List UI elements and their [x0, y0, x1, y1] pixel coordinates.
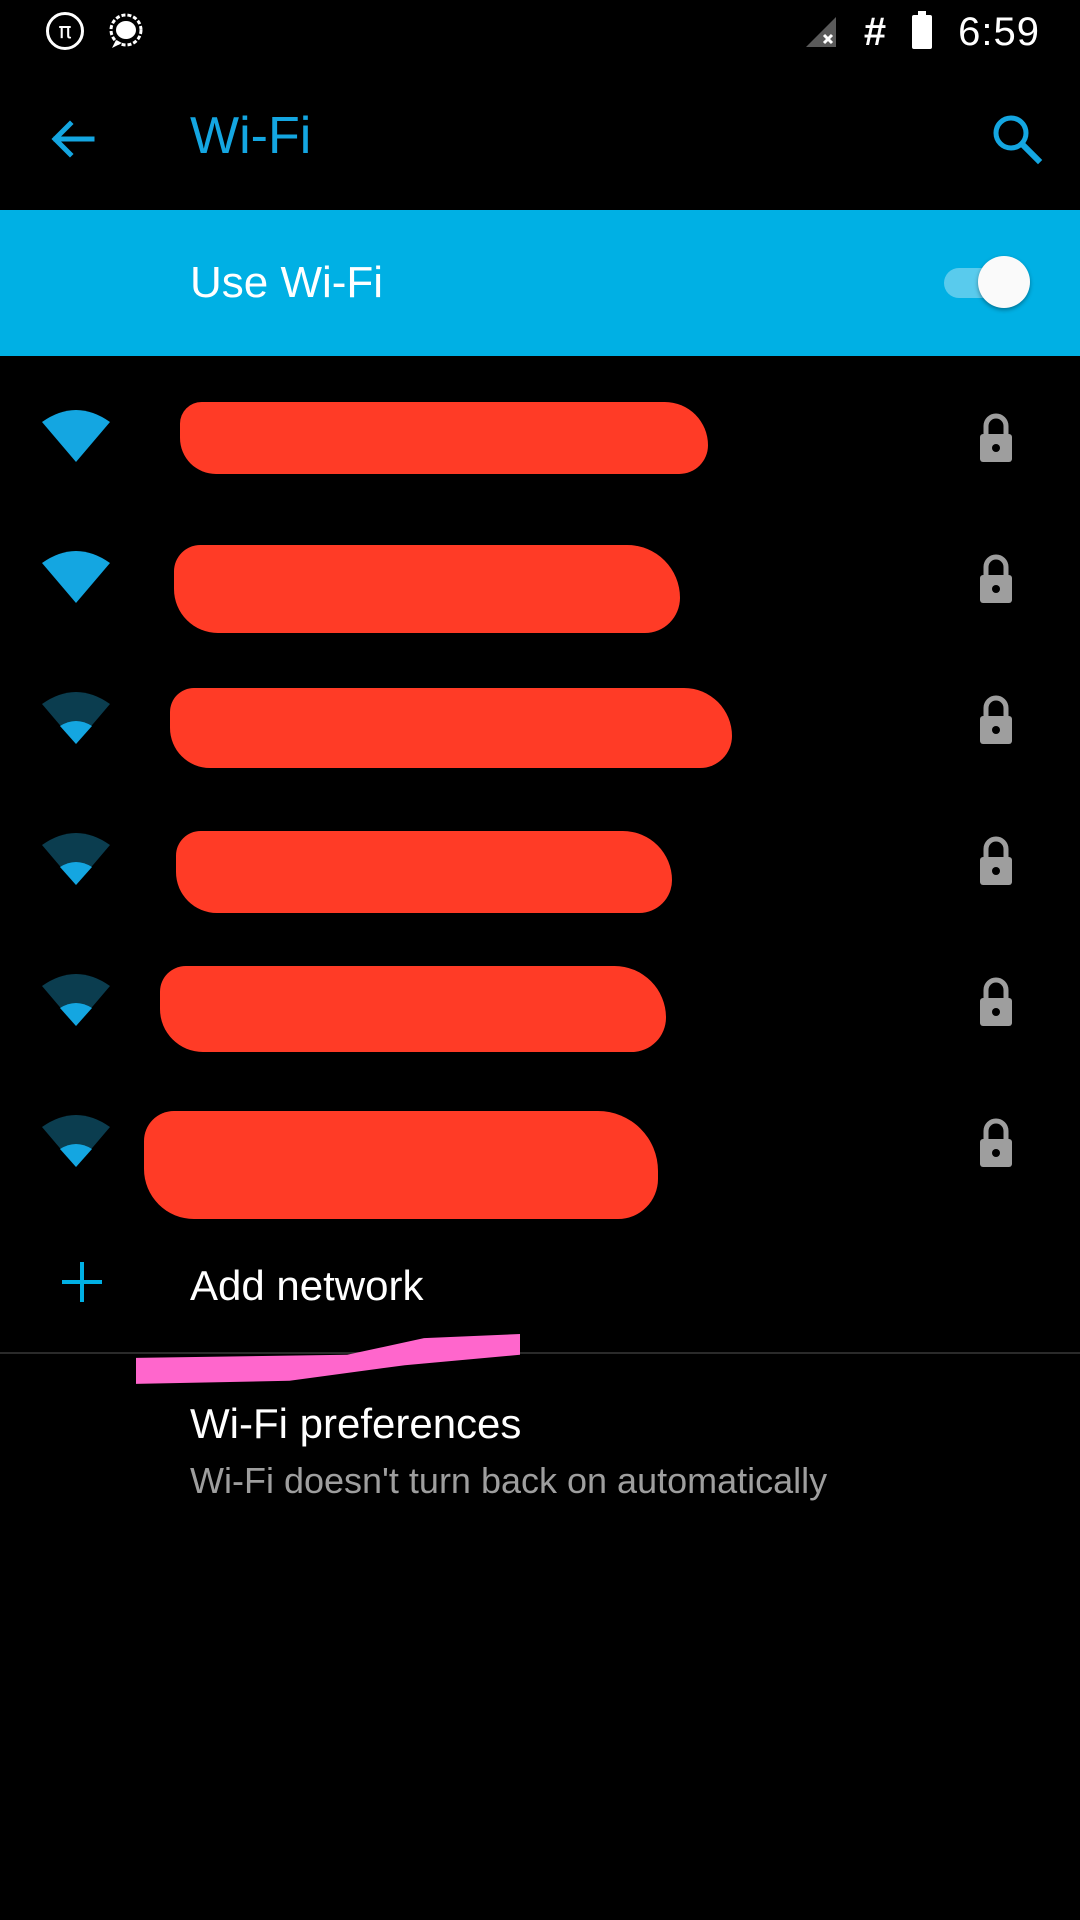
network-item[interactable] — [0, 509, 1080, 650]
wifi-signal-weak-icon — [42, 974, 110, 1026]
wifi-preferences-row[interactable]: Wi-Fi preferences Wi-Fi doesn't turn bac… — [0, 1380, 1080, 1530]
wifi-signal-full-icon — [42, 410, 110, 462]
wifi-preferences-title: Wi-Fi preferences — [190, 1400, 522, 1447]
plus-icon — [62, 1262, 102, 1302]
battery-icon — [912, 11, 933, 49]
status-bar: π # 6:59 — [0, 0, 1080, 64]
wifi-signal-weak-icon — [42, 1115, 110, 1167]
wifi-preferences-summary: Wi-Fi doesn't turn back on automatically — [190, 1460, 828, 1501]
arrow-back-icon — [51, 120, 95, 158]
search-icon — [993, 115, 1043, 165]
message-icon — [109, 13, 143, 48]
network-item[interactable] — [0, 932, 1080, 1073]
use-wifi-label: Use Wi-Fi — [190, 258, 384, 307]
wifi-signal-weak-icon — [42, 692, 110, 744]
hash-icon: # — [863, 9, 887, 54]
redaction-mark — [174, 545, 680, 633]
redaction-mark — [180, 402, 708, 474]
lock-icon — [980, 1118, 1012, 1167]
use-wifi-bar[interactable]: Use Wi-Fi — [0, 210, 1080, 356]
redaction-mark — [160, 966, 666, 1052]
add-network-label: Add network — [190, 1262, 424, 1309]
signal-off-icon — [805, 17, 836, 47]
search-button[interactable] — [984, 106, 1050, 172]
divider — [0, 1352, 1080, 1354]
redaction-mark — [176, 831, 672, 913]
wifi-signal-weak-icon — [42, 833, 110, 885]
wifi-signal-full-icon — [42, 551, 110, 603]
lock-icon — [980, 977, 1012, 1026]
network-list — [0, 368, 1080, 1219]
network-item[interactable] — [0, 368, 1080, 509]
lock-icon — [980, 695, 1012, 744]
pi-icon: π — [46, 12, 84, 50]
system-icons: # 6:59 — [804, 8, 1040, 56]
page-title: Wi-Fi — [190, 107, 312, 165]
clock: 6:59 — [958, 9, 1040, 54]
app-toolbar: Wi-Fi — [0, 64, 1080, 210]
back-button[interactable] — [40, 106, 106, 172]
redaction-mark — [170, 688, 732, 768]
switch-thumb — [978, 256, 1030, 308]
network-item[interactable] — [0, 791, 1080, 932]
lock-icon — [980, 836, 1012, 885]
wifi-toggle-switch[interactable] — [944, 256, 1030, 308]
lock-icon — [980, 413, 1012, 462]
add-network-row[interactable]: Add network — [0, 1212, 1080, 1352]
lock-icon — [980, 554, 1012, 603]
redaction-mark — [144, 1111, 658, 1219]
network-item[interactable] — [0, 1073, 1080, 1219]
notification-icons: π — [46, 12, 146, 52]
network-item[interactable] — [0, 650, 1080, 791]
